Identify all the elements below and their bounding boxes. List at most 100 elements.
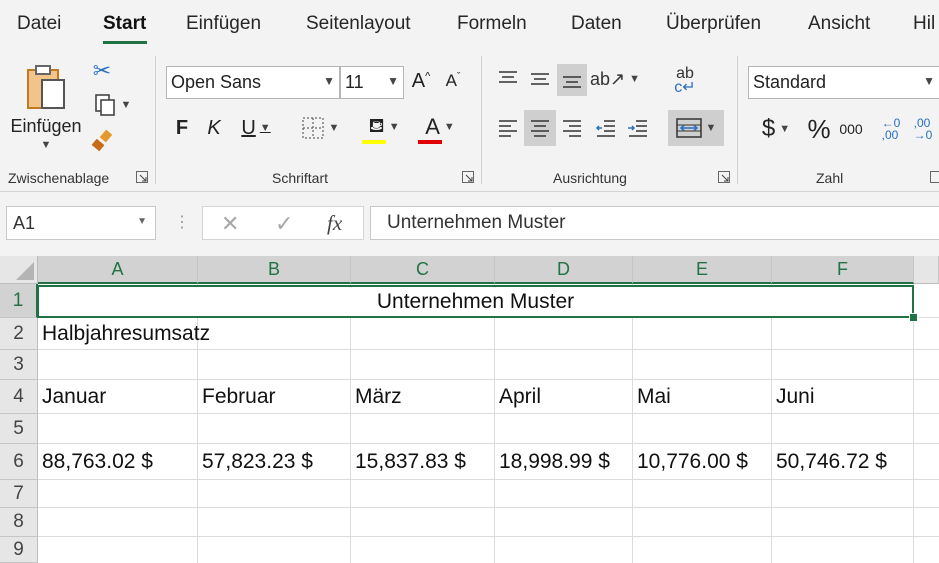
formula-input[interactable]: Unternehmen Muster	[370, 206, 939, 240]
cell-e4[interactable]: Mai	[633, 380, 671, 414]
cell-a1-merged-title[interactable]: Unternehmen Muster	[37, 285, 914, 318]
cell-f6[interactable]: 50,746.72 $	[772, 444, 887, 480]
cell-d6[interactable]: 18,998.99 $	[495, 444, 610, 480]
align-left-button[interactable]	[494, 112, 522, 144]
currency-format-button[interactable]: $ ▼	[752, 112, 800, 146]
column-header-e[interactable]: E	[633, 256, 772, 284]
align-top-icon	[499, 71, 517, 83]
italic-button[interactable]: K	[202, 112, 226, 144]
bold-button[interactable]: F	[170, 112, 194, 144]
column-header-c[interactable]: C	[351, 256, 495, 284]
gridline	[350, 284, 351, 563]
name-box[interactable]: A1 ▼	[6, 206, 156, 240]
font-size-select[interactable]: 11 ▼	[340, 66, 404, 99]
chevron-down-icon: ▼	[923, 74, 935, 88]
select-all-button[interactable]	[0, 256, 38, 284]
cell-c6[interactable]: 15,837.83 $	[351, 444, 466, 480]
font-name-select[interactable]: Open Sans ▼	[166, 66, 340, 99]
insert-function-icon[interactable]: fx	[327, 211, 342, 236]
percent-format-button[interactable]: %	[804, 112, 834, 146]
row-header-2[interactable]: 2	[0, 318, 38, 350]
row-header-6[interactable]: 6	[0, 444, 38, 480]
group-divider	[155, 56, 156, 184]
alignment-group-label: Ausrichtung	[553, 170, 627, 186]
select-all-triangle-icon	[16, 262, 34, 280]
underline-button[interactable]: U ▼	[232, 112, 280, 144]
align-middle-button[interactable]	[526, 64, 554, 94]
row-header-7[interactable]: 7	[0, 480, 38, 508]
dialog-launcher-icon[interactable]	[462, 171, 474, 183]
align-right-button[interactable]	[558, 112, 586, 144]
wrap-text-icon: ab c↵	[674, 65, 696, 96]
row-header-4[interactable]: 4	[0, 380, 38, 414]
tab-start[interactable]: Start	[103, 13, 146, 35]
row-header-5[interactable]: 5	[0, 414, 38, 444]
align-bottom-button[interactable]	[557, 64, 587, 96]
group-divider	[481, 56, 482, 184]
tab-daten[interactable]: Daten	[571, 13, 622, 35]
align-top-button[interactable]	[494, 64, 522, 94]
chevron-down-icon: ▼	[40, 138, 52, 151]
cell-f4[interactable]: Juni	[772, 380, 815, 414]
chevron-down-icon: ▼	[629, 73, 640, 85]
tab-ueberpruefen[interactable]: Überprüfen	[666, 13, 761, 35]
row-header-8[interactable]: 8	[0, 508, 38, 537]
column-header-d[interactable]: D	[495, 256, 633, 284]
row-header-1[interactable]: 1	[0, 284, 38, 318]
cell-c4[interactable]: März	[351, 380, 402, 414]
column-header-g[interactable]	[914, 256, 939, 284]
increase-decimal-button[interactable]: ←0,00	[876, 112, 906, 146]
format-painter-button[interactable]	[88, 126, 116, 156]
cell-d4[interactable]: April	[495, 380, 541, 414]
cell-e6[interactable]: 10,776.00 $	[633, 444, 748, 480]
merge-center-button[interactable]: ▼	[668, 110, 724, 146]
tab-formeln[interactable]: Formeln	[457, 13, 527, 35]
thousands-separator-button[interactable]: 000	[836, 112, 866, 146]
cell-b6[interactable]: 57,823.23 $	[198, 444, 313, 480]
tab-seitenlayout[interactable]: Seitenlayout	[306, 13, 411, 35]
increase-decimal-icon: ←0,00	[881, 116, 901, 142]
chevron-down-icon: ▼	[388, 121, 400, 133]
clipboard-icon	[27, 64, 65, 109]
number-format-select[interactable]: Standard ▼	[748, 66, 939, 99]
cancel-icon[interactable]: ✕	[221, 211, 239, 237]
column-header-b[interactable]: B	[198, 256, 351, 284]
tab-datei[interactable]: Datei	[17, 13, 61, 35]
dialog-launcher-icon[interactable]	[930, 171, 939, 183]
tab-einfuegen[interactable]: Einfügen	[186, 13, 261, 35]
paste-button[interactable]: Einfügen ▼	[10, 56, 82, 158]
tab-ansicht[interactable]: Ansicht	[808, 13, 870, 35]
borders-button[interactable]: ▼	[292, 112, 348, 144]
column-header-f[interactable]: F	[772, 256, 914, 284]
cut-button[interactable]: ✂	[88, 56, 116, 86]
row-header-9[interactable]: 9	[0, 537, 38, 563]
wrap-text-button[interactable]: ab c↵	[670, 64, 700, 98]
shrink-font-button[interactable]: Aˇ	[440, 66, 466, 96]
enter-icon[interactable]: ✓	[275, 211, 293, 237]
cell-a4[interactable]: Januar	[38, 380, 106, 414]
align-left-icon	[499, 120, 517, 137]
increase-indent-button[interactable]	[624, 112, 652, 144]
drag-handle-icon[interactable]: ⋮	[174, 212, 190, 232]
copy-button[interactable]: ▼	[86, 90, 138, 120]
grow-font-button[interactable]: A^	[408, 66, 434, 96]
increase-indent-icon	[628, 120, 647, 137]
fill-color-button[interactable]: ⛾ ▼	[358, 110, 410, 144]
dialog-launcher-icon[interactable]	[718, 171, 730, 183]
dialog-launcher-icon[interactable]	[136, 171, 148, 183]
borders-icon	[302, 117, 324, 139]
orientation-button[interactable]: ab↗ ▼	[590, 64, 640, 94]
cell-b4[interactable]: Februar	[198, 380, 276, 414]
cell-a2[interactable]: Halbjahresumsatz	[38, 318, 210, 350]
text-orientation-icon: ab↗	[590, 68, 626, 89]
decrease-indent-button[interactable]	[592, 112, 620, 144]
tab-hilfe[interactable]: Hil	[913, 13, 935, 35]
fill-handle[interactable]	[909, 313, 918, 322]
decrease-decimal-button[interactable]: ,00 →0	[908, 112, 938, 146]
cell-a6[interactable]: 88,763.02 $	[38, 444, 153, 480]
row-header-3[interactable]: 3	[0, 350, 38, 380]
align-center-button[interactable]	[524, 110, 556, 146]
worksheet-grid[interactable]: A B C D E F 1 2 3 4 5 6 7 8 9 Unternehme…	[0, 256, 939, 563]
font-color-button[interactable]: A ▼	[414, 110, 466, 144]
column-header-a[interactable]: A	[38, 256, 198, 284]
